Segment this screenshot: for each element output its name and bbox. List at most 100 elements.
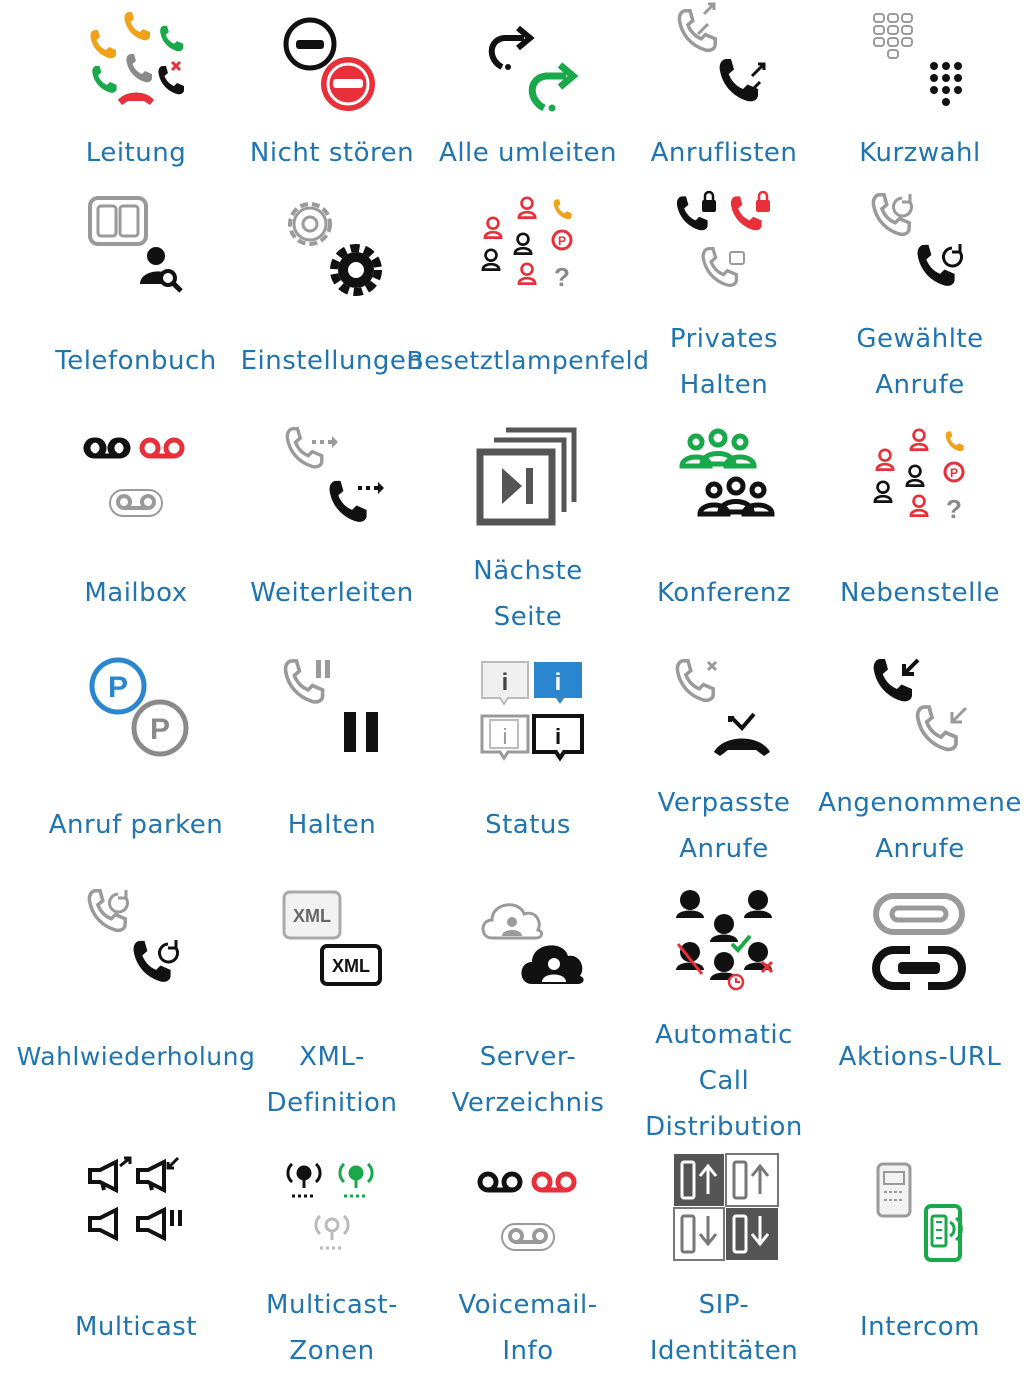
tile-nicht-stoeren[interactable]: Nicht stören <box>234 0 430 186</box>
label-line: Automatic <box>655 1020 793 1050</box>
label-line: Verzeichnis <box>451 1088 605 1118</box>
label-line: Seite <box>493 602 563 632</box>
svg-text:i: i <box>555 669 562 696</box>
label-line: Voicemail- <box>458 1290 598 1320</box>
tile-xml-definition[interactable]: XML XML XML- Definition <box>234 882 430 1152</box>
svg-text:i: i <box>502 669 509 696</box>
tile-nebenstelle[interactable]: P ? Nebenstelle <box>822 418 1018 650</box>
tile-label: Automatic Call Distribution <box>616 1012 832 1150</box>
tile-aktions-url[interactable]: Aktions-URL <box>822 882 1018 1152</box>
conference-icon <box>679 428 775 517</box>
speed-dial-icon <box>873 13 962 106</box>
mailbox-icon <box>83 437 185 517</box>
busy-lamp-field-icon: P ? <box>481 196 573 292</box>
label-line: Status <box>485 810 571 840</box>
grid-row: P P Anruf parken Halten i i i i Status V… <box>38 650 1021 882</box>
tile-wahlwiederholung[interactable]: Wahlwiederholung <box>17 882 255 1152</box>
tile-mailbox[interactable]: Mailbox <box>38 418 234 650</box>
label-line: Call <box>698 1066 750 1096</box>
label-line: Telefonbuch <box>55 346 217 376</box>
tile-label: Gewählte Anrufe <box>812 316 1028 408</box>
tile-label: Telefonbuch <box>28 338 244 384</box>
tile-label: Intercom <box>812 1304 1028 1350</box>
tile-label: Anruf parken <box>28 802 244 848</box>
call-park-icon: P P <box>89 657 189 757</box>
tile-naechste-seite[interactable]: Nächste Seite <box>430 418 626 650</box>
label-line: Gewählte <box>856 324 984 354</box>
tile-label: Leitung <box>28 130 244 176</box>
label-line: Definition <box>266 1088 398 1118</box>
svg-text:P: P <box>558 234 566 248</box>
tile-multicast-zonen[interactable]: Multicast- Zonen <box>234 1152 430 1374</box>
label-line: Anruflisten <box>650 138 798 168</box>
tile-angenommene-anrufe[interactable]: Angenommene Anrufe <box>818 650 1021 882</box>
tile-voicemail-info[interactable]: Voicemail- Info <box>430 1152 626 1374</box>
label-line: Halten <box>679 370 769 400</box>
tile-verpasste-anrufe[interactable]: Verpasste Anrufe <box>626 650 822 882</box>
tile-besetztlampenfeld[interactable]: P ? Besetztlampenfeld <box>407 186 649 418</box>
tile-label: Konferenz <box>616 570 832 616</box>
label-line: Anruf parken <box>48 810 224 840</box>
tile-halten[interactable]: Halten <box>234 650 430 882</box>
tile-privates-halten[interactable]: Privates Halten <box>626 186 822 418</box>
action-url-icon <box>872 893 966 990</box>
voicemail-info-icon <box>477 1171 577 1251</box>
tile-label: Voicemail- Info <box>420 1282 636 1374</box>
tile-acd[interactable]: Automatic Call Distribution <box>626 882 822 1152</box>
label-line: Konferenz <box>656 578 792 608</box>
extension-icon: P ? <box>873 428 965 524</box>
tile-label: Alle umleiten <box>420 130 636 176</box>
label-line: Server- <box>479 1042 577 1072</box>
label-line: Mailbox <box>84 578 188 608</box>
tile-gewaehlte-anrufe[interactable]: Gewählte Anrufe <box>822 186 1018 418</box>
tile-sip-identitaeten[interactable]: SIP- Identitäten <box>626 1152 822 1374</box>
svg-text:P: P <box>950 466 958 480</box>
label-line: Info <box>502 1336 554 1366</box>
tile-label: XML- Definition <box>224 1034 440 1126</box>
xml-definition-icon: XML XML <box>282 890 382 986</box>
sip-identities-icon <box>673 1153 779 1261</box>
acd-icon <box>676 890 774 991</box>
tile-label: Kurzwahl <box>812 130 1028 176</box>
label-line: Weiterleiten <box>250 578 414 608</box>
tile-status[interactable]: i i i i Status <box>430 650 626 882</box>
label-line: Nächste <box>473 556 583 586</box>
tile-server-verzeichnis[interactable]: Server- Verzeichnis <box>430 882 626 1152</box>
tile-anruf-parken[interactable]: P P Anruf parken <box>38 650 234 882</box>
tile-kurzwahl[interactable]: Kurzwahl <box>822 0 1018 186</box>
svg-text:P: P <box>150 713 170 746</box>
tile-leitung[interactable]: Leitung <box>38 0 234 186</box>
label-line: Intercom <box>860 1312 980 1342</box>
label-line: Anrufe <box>679 834 769 864</box>
xml-text-bottom: XML <box>332 956 370 976</box>
tile-konferenz[interactable]: Konferenz <box>626 418 822 650</box>
tile-multicast[interactable]: Multicast <box>38 1152 234 1374</box>
grid-row: Leitung Nicht stören Alle umleiten Anruf… <box>38 0 1018 186</box>
label-line: Angenommene <box>818 788 1022 818</box>
tile-label: Nebenstelle <box>812 570 1028 616</box>
svg-text:?: ? <box>946 494 962 524</box>
svg-text:i: i <box>555 724 561 749</box>
label-line: Anrufe <box>875 834 965 864</box>
label-line: Distribution <box>645 1112 803 1142</box>
label-line: Leitung <box>85 138 187 168</box>
grid-row: Telefonbuch Einstellungen P ? Besetztlam… <box>38 186 1018 418</box>
tile-anruflisten[interactable]: Anruflisten <box>626 0 822 186</box>
line-keys-icon <box>90 12 184 105</box>
grid-row: Mailbox Weiterleiten Nächste Seite Konfe… <box>38 418 1018 650</box>
multicast-icon <box>88 1156 182 1242</box>
tile-telefonbuch[interactable]: Telefonbuch <box>38 186 234 418</box>
phonebook-icon <box>88 196 183 293</box>
tile-label: SIP- Identitäten <box>616 1282 832 1374</box>
tile-label: Verpasste Anrufe <box>616 780 832 872</box>
next-page-icon <box>476 427 577 526</box>
label-line: Privates <box>669 324 779 354</box>
grid-row: Wahlwiederholung XML XML XML- Definition <box>17 882 1018 1152</box>
tile-label: Nächste Seite <box>420 548 636 640</box>
label-line: Kurzwahl <box>859 138 981 168</box>
transfer-icon <box>285 427 384 522</box>
tile-intercom[interactable]: Intercom <box>822 1152 1018 1374</box>
tile-weiterleiten[interactable]: Weiterleiten <box>234 418 430 650</box>
tile-label: Angenommene Anrufe <box>812 780 1028 872</box>
tile-alle-umleiten[interactable]: Alle umleiten <box>430 0 626 186</box>
